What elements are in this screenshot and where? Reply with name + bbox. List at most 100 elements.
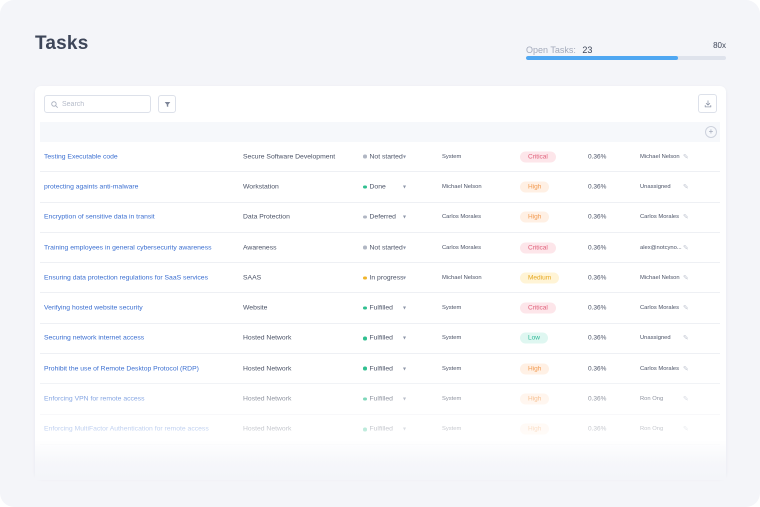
task-status[interactable]: Fulfilled bbox=[363, 365, 393, 372]
task-assignee: System bbox=[442, 153, 462, 160]
task-name-link[interactable]: Enforcing VPN for remote access bbox=[44, 396, 144, 403]
task-owner: Unassigned bbox=[640, 183, 671, 190]
chevron-down-icon[interactable]: ▾ bbox=[403, 426, 406, 433]
task-status[interactable]: Deferred bbox=[363, 214, 396, 221]
task-name-link[interactable]: Securing network internet access bbox=[44, 335, 144, 342]
download-button[interactable] bbox=[698, 94, 717, 113]
chevron-down-icon[interactable]: ▾ bbox=[403, 183, 406, 190]
task-status[interactable]: In progress bbox=[363, 274, 404, 281]
task-status[interactable]: Fulfilled bbox=[363, 335, 393, 342]
task-assignee: System bbox=[442, 335, 462, 342]
task-status[interactable]: Fulfilled bbox=[363, 426, 393, 433]
table-row[interactable]: Ensuring data protection regulations for… bbox=[40, 263, 720, 294]
table-row[interactable]: Securing network internet access Hosted … bbox=[40, 324, 720, 355]
status-dot-icon bbox=[363, 215, 367, 219]
task-progress: 0.36% bbox=[588, 153, 607, 161]
task-owner: Ron Ong bbox=[640, 396, 664, 403]
chevron-down-icon[interactable]: ▾ bbox=[403, 335, 406, 342]
table-row[interactable]: Verifying hosted website security Websit… bbox=[40, 293, 720, 324]
status-dot-icon bbox=[363, 306, 367, 310]
search-input[interactable] bbox=[62, 100, 142, 108]
edit-pencil-icon[interactable]: ✎ bbox=[683, 395, 689, 403]
status-dot-icon bbox=[363, 336, 367, 341]
task-name-link[interactable]: Testing Executable code bbox=[44, 153, 118, 160]
task-category: Hosted Network bbox=[243, 425, 292, 433]
edit-pencil-icon[interactable]: ✎ bbox=[683, 425, 689, 433]
add-column-button[interactable]: + bbox=[705, 126, 717, 138]
chevron-down-icon[interactable]: ▾ bbox=[403, 274, 406, 281]
status-label: Fulfilled bbox=[369, 365, 393, 373]
task-status[interactable]: Fulfilled bbox=[363, 396, 393, 403]
task-progress: 0.36% bbox=[588, 334, 607, 342]
task-category: Workstation bbox=[243, 183, 279, 191]
table-row[interactable]: protecting againts anti-malware Workstat… bbox=[40, 172, 720, 203]
table-row[interactable]: Enforcing MultiFactor Authentication for… bbox=[40, 415, 720, 445]
table-row[interactable]: Encryption of sensitive data in transit … bbox=[40, 203, 720, 233]
edit-pencil-icon[interactable]: ✎ bbox=[683, 244, 689, 252]
task-name-link[interactable]: Verifying hosted website security bbox=[44, 305, 143, 312]
status-label: Fulfilled bbox=[369, 304, 393, 312]
priority-badge: High bbox=[520, 423, 550, 435]
task-name-link[interactable]: protecting againts anti-malware bbox=[44, 183, 138, 190]
chevron-down-icon[interactable]: ▾ bbox=[403, 214, 406, 221]
table-row[interactable]: Training employees in general cybersecur… bbox=[40, 233, 720, 264]
edit-pencil-icon[interactable]: ✎ bbox=[683, 334, 689, 342]
edit-pencil-icon[interactable]: ✎ bbox=[683, 365, 689, 373]
task-name-link[interactable]: Encryption of sensitive data in transit bbox=[44, 214, 155, 221]
chevron-down-icon[interactable]: ▾ bbox=[403, 396, 406, 403]
task-status[interactable]: Not started bbox=[363, 153, 403, 160]
priority-badge: Low bbox=[520, 332, 548, 344]
open-tasks-label: Open Tasks: bbox=[526, 45, 576, 55]
task-name-link[interactable]: Training employees in general cybersecur… bbox=[44, 244, 212, 251]
filter-button[interactable] bbox=[158, 95, 176, 113]
page-title: Tasks bbox=[35, 33, 89, 54]
status-dot-icon bbox=[363, 245, 367, 250]
task-status[interactable]: Not started bbox=[363, 244, 403, 251]
task-category: Hosted Network bbox=[243, 395, 292, 403]
edit-pencil-icon[interactable]: ✎ bbox=[683, 183, 689, 191]
task-owner: Unassigned bbox=[640, 335, 671, 342]
priority-badge: High bbox=[520, 393, 550, 405]
table-header: + bbox=[40, 122, 720, 142]
task-owner: Carlos Morales bbox=[640, 365, 679, 372]
open-tasks-count: 23 bbox=[582, 45, 593, 55]
task-category: Hosted Network bbox=[243, 334, 292, 342]
task-progress: 0.36% bbox=[588, 274, 607, 282]
task-name-link[interactable]: Enforcing MultiFactor Authentication for… bbox=[44, 426, 209, 433]
task-assignee: System bbox=[442, 396, 462, 403]
task-progress: 0.36% bbox=[588, 244, 607, 252]
filter-icon bbox=[164, 95, 171, 113]
chevron-down-icon[interactable]: ▾ bbox=[403, 365, 406, 372]
table-row[interactable]: Enforcing VPN for remote access Hosted N… bbox=[40, 384, 720, 415]
task-name-link[interactable]: Prohibit the use of Remote Desktop Proto… bbox=[44, 365, 199, 372]
task-owner: Carlos Morales bbox=[640, 214, 679, 221]
task-progress: 0.36% bbox=[588, 365, 607, 373]
open-tasks-progress-track bbox=[526, 56, 726, 60]
app-frame: Tasks Open Tasks: 23 80x Search + Testin… bbox=[0, 0, 760, 507]
table-row[interactable]: Prohibit the use of Remote Desktop Proto… bbox=[40, 354, 720, 385]
plus-icon: + bbox=[708, 127, 714, 136]
task-name-link[interactable]: Ensuring data protection regulations for… bbox=[44, 274, 208, 281]
task-category: Secure Software Development bbox=[243, 153, 336, 161]
task-assignee: Carlos Morales bbox=[442, 214, 481, 221]
edit-pencil-icon[interactable]: ✎ bbox=[683, 213, 689, 221]
chevron-down-icon[interactable]: ▾ bbox=[403, 244, 406, 251]
task-category: SAAS bbox=[243, 274, 262, 282]
edit-pencil-icon[interactable]: ✎ bbox=[683, 304, 689, 312]
priority-badge: High bbox=[520, 211, 550, 223]
chevron-down-icon[interactable]: ▾ bbox=[403, 153, 406, 160]
status-dot-icon bbox=[363, 154, 367, 159]
edit-pencil-icon[interactable]: ✎ bbox=[683, 153, 689, 161]
table-row[interactable]: Testing Executable code Secure Software … bbox=[40, 142, 720, 173]
task-status[interactable]: Done bbox=[363, 183, 386, 190]
edit-pencil-icon[interactable]: ✎ bbox=[683, 274, 689, 282]
priority-badge: Critical bbox=[520, 242, 556, 254]
task-status[interactable]: Fulfilled bbox=[363, 305, 393, 312]
search-box[interactable] bbox=[44, 95, 151, 113]
status-label: Fulfilled bbox=[369, 334, 393, 342]
task-category: Website bbox=[243, 304, 268, 312]
chevron-down-icon[interactable]: ▾ bbox=[403, 305, 406, 312]
download-icon bbox=[704, 95, 712, 113]
task-assignee: System bbox=[442, 365, 462, 372]
tasks-table-card: + Testing Executable code Secure Softwar… bbox=[35, 86, 726, 478]
